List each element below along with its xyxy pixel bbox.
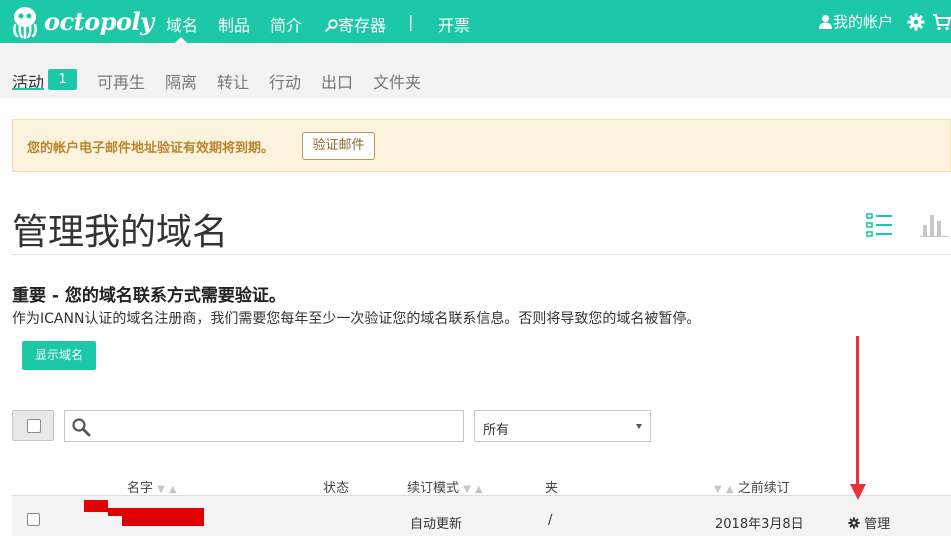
column-renew-mode-label: 续订模式 — [407, 481, 460, 496]
sort-asc-icon[interactable]: ▲ — [475, 484, 483, 495]
active-count-badge: 1 — [48, 69, 77, 90]
octopus-icon — [13, 6, 37, 39]
nav-item-products[interactable]: 制品 — [218, 12, 250, 36]
list-view-icon[interactable] — [866, 213, 892, 237]
nav-item-billing[interactable]: 开票 — [438, 12, 470, 36]
page-title: 管理我的域名 — [12, 212, 229, 253]
row-folder: / — [548, 513, 553, 528]
tab-transfer[interactable]: 转让 — [217, 69, 249, 93]
nav-item-profile[interactable]: 简介 — [270, 12, 302, 36]
search-input[interactable] — [95, 414, 459, 440]
manage-link-label: 管理 — [864, 517, 891, 532]
brand-name: octopoly — [44, 7, 154, 36]
my-account-label: 我的帐户 — [832, 13, 893, 31]
column-header-status: 状态 — [323, 481, 350, 496]
notice-description: 作为ICANN认证的域名注册商，我们需要您每年至少一次验证您的域名联系信息。否则… — [12, 311, 701, 327]
verify-email-button[interactable]: 验证邮件 — [302, 132, 375, 160]
notice-heading: 重要 - 您的域名联系方式需要验证。 — [12, 286, 286, 306]
user-icon — [818, 15, 832, 29]
account-area: 我的帐户 — [818, 0, 951, 43]
show-domains-button[interactable]: 显示域名 — [22, 341, 96, 370]
annotation-arrow — [856, 336, 859, 486]
gear-icon[interactable] — [907, 13, 925, 31]
active-tab-underline — [12, 88, 44, 90]
nav-item-registry-label: 寄存器 — [338, 16, 387, 35]
manage-link[interactable]: 管理 — [848, 513, 890, 532]
tab-renewable[interactable]: 可再生 — [97, 69, 145, 93]
sort-desc-icon[interactable]: ▼ — [157, 484, 165, 495]
filter-selected-value: 所有 — [483, 423, 510, 438]
row-checkbox[interactable] — [27, 513, 40, 526]
column-header-previous-renew[interactable]: ▼ ▲ 之前续订 — [714, 477, 790, 496]
column-previous-renew-label: 之前续订 — [737, 481, 790, 496]
search-box — [64, 410, 464, 442]
nav-separator: | — [408, 12, 414, 31]
alert-message: 您的帐户电子邮件地址验证有效期将到期。 — [27, 141, 275, 156]
column-header-folder: 夹 — [545, 481, 559, 496]
tab-export[interactable]: 出口 — [321, 69, 353, 93]
sort-asc-icon[interactable]: ▲ — [726, 484, 734, 495]
nav-item-registry[interactable]: 寄存器 — [325, 12, 386, 36]
sort-asc-icon[interactable]: ▲ — [169, 484, 177, 495]
row-previous-renew: 2018年3月8日 — [715, 517, 804, 532]
row-renew-mode: 自动更新 — [410, 517, 463, 532]
sort-desc-icon[interactable]: ▼ — [463, 484, 471, 495]
title-divider — [12, 254, 951, 255]
search-icon — [72, 418, 91, 437]
gear-icon — [848, 517, 860, 529]
select-all-checkbox[interactable] — [27, 419, 41, 433]
annotation-arrow-head — [850, 484, 866, 500]
table-row: 自动更新 / 2018年3月8日 管理 — [12, 495, 951, 536]
tab-quarantine[interactable]: 隔离 — [165, 69, 197, 93]
chart-view-icon[interactable] — [920, 213, 948, 237]
search-icon — [325, 19, 338, 32]
column-header-renew-mode[interactable]: 续订模式 ▼ ▲ — [407, 477, 483, 496]
filter-select[interactable]: 所有 — [474, 410, 651, 442]
column-name-label: 名字 — [127, 481, 154, 496]
tab-actions[interactable]: 行动 — [269, 69, 301, 93]
brand-logo[interactable]: octopoly — [10, 0, 154, 43]
my-account-link[interactable]: 我的帐户 — [818, 11, 893, 32]
nav-item-domains[interactable]: 域名 — [166, 12, 198, 36]
sort-desc-icon[interactable]: ▼ — [714, 484, 722, 495]
tab-folders[interactable]: 文件夹 — [373, 69, 421, 93]
column-header-name[interactable]: 名字 ▼ ▲ — [127, 477, 177, 496]
select-all-button[interactable] — [12, 410, 54, 441]
chevron-down-icon — [636, 424, 642, 429]
top-navbar: octopoly 域名 制品 简介 寄存器 | 开票 我的帐户 — [0, 0, 951, 43]
cart-icon[interactable] — [933, 13, 951, 31]
email-verification-alert: 您的帐户电子邮件地址验证有效期将到期。 验证邮件 — [12, 119, 951, 172]
